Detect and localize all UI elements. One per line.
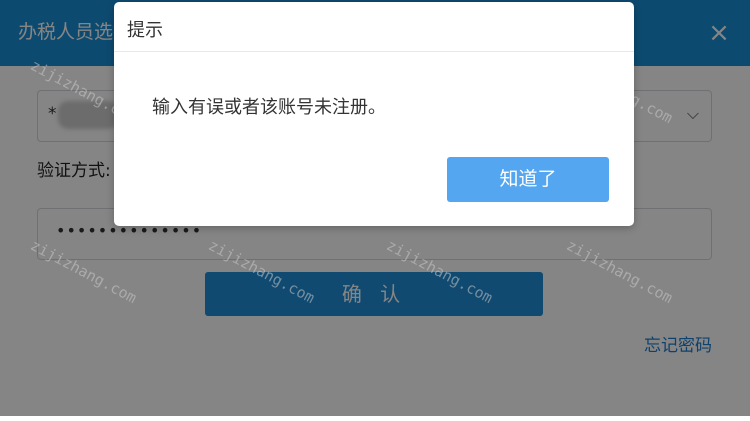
dialog-header: 提示 xyxy=(114,2,634,52)
alert-dialog: 提示 输入有误或者该账号未注册。 知道了 xyxy=(114,2,634,226)
screen: 办税人员选择 × * 0 ⌵ 验证方式: •••••••••••••• 确 认 … xyxy=(0,0,750,421)
ok-button[interactable]: 知道了 xyxy=(447,157,609,202)
dialog-message: 输入有误或者该账号未注册。 xyxy=(152,97,386,118)
dialog-title: 提示 xyxy=(127,20,163,41)
